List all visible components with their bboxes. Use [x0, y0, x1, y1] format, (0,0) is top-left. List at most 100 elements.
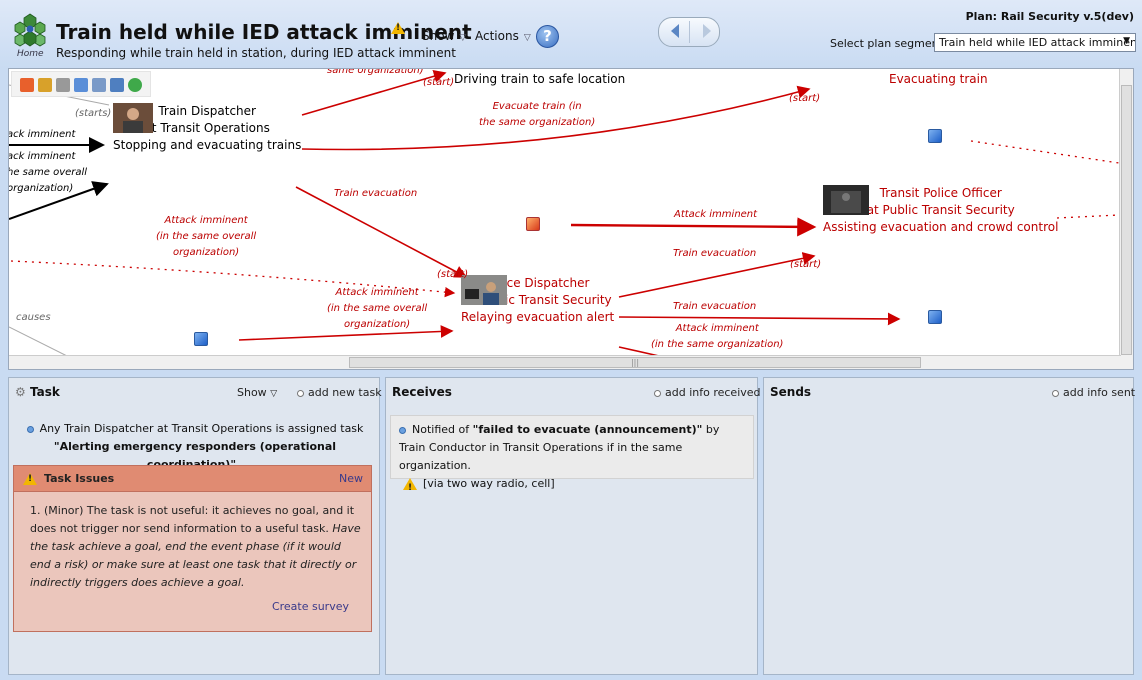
task-issues-box: Task Issues New 1. (Minor) The task is n… [13, 465, 372, 632]
show-menu[interactable]: Show ▽ [422, 29, 466, 43]
scroll-thumb[interactable] [1121, 85, 1132, 355]
add-icon [297, 389, 304, 397]
warning-icon [403, 478, 417, 497]
chevron-down-icon: ▽ [270, 389, 278, 399]
received-info-item[interactable]: Notified of "failed to evacuate (announc… [390, 415, 754, 497]
page-subtitle: Responding while train held in station, … [56, 46, 456, 60]
header-bar: Home Train held while IED attack imminen… [0, 0, 1142, 68]
info-channels: [via two way radio, cell] [423, 477, 555, 490]
edge-label: (starts) [75, 108, 112, 119]
horizontal-scrollbar[interactable]: ||| [9, 355, 1121, 369]
warning-icon [23, 473, 37, 485]
receives-title-text: Receives [392, 385, 452, 399]
help-button[interactable]: ? [536, 25, 559, 48]
node-train-dispatcher[interactable]: Train Dispatcher at Transit Operations S… [113, 103, 301, 154]
edge-label: Attack imminent (in the same organizatio… [651, 321, 783, 353]
add-icon [1052, 389, 1059, 397]
plan-label: Plan: Rail Security v.5(dev) [965, 10, 1134, 23]
node-task: Relaying evacuation alert [461, 310, 615, 324]
add-info-received-link[interactable]: add info received [654, 386, 761, 399]
edge-label: (start) [790, 259, 822, 270]
zoom-icon[interactable] [74, 78, 88, 92]
new-issue-link[interactable]: New [339, 472, 363, 485]
actions-menu-label: Actions [475, 29, 519, 43]
node-police-dispatcher[interactable]: Police Dispatcher at Public Transit Secu… [461, 275, 614, 326]
export-icon[interactable] [20, 78, 34, 92]
layout-icon[interactable] [110, 78, 124, 92]
edge-label-line: he same overall [8, 167, 88, 178]
flow-diagram[interactable]: Train Dispatcher at Transit Operations S… [8, 68, 1134, 370]
issue-item: 1. (Minor) The task is not useful: it ac… [30, 502, 364, 592]
add-new-task-label: add new task [308, 386, 382, 399]
node-task: Driving train to safe location [454, 72, 626, 86]
task-panel-title: ⚙ Task [15, 385, 60, 399]
task-desc-text: Any Train Dispatcher at Transit Operatio… [39, 422, 364, 435]
task-show-menu[interactable]: Show ▽ [237, 386, 277, 399]
add-info-sent-label: add info sent [1063, 386, 1136, 399]
node-evacuating-train[interactable]: Evacuating train [889, 71, 988, 88]
show-menu-label: Show [422, 29, 455, 43]
help-icon[interactable] [128, 78, 142, 92]
chevron-down-icon: ▽ [459, 33, 467, 43]
create-survey-link[interactable]: Create survey [272, 600, 349, 613]
received-info-text: Notified of "failed to evacuate (announc… [399, 421, 747, 497]
gear-icon: ⚙ [15, 385, 26, 399]
edge-label-line: Attack imminent [335, 287, 419, 298]
edge-label: Attack imminent [674, 209, 758, 220]
add-new-task-link[interactable]: add new task [297, 386, 382, 399]
issue-text: (Minor) The task is not useful: it achie… [30, 504, 355, 535]
settings-icon[interactable] [56, 78, 70, 92]
segment-select[interactable]: Train held while IED attack imminent ▼ [934, 33, 1136, 52]
person-photo-icon [113, 103, 153, 133]
add-info-sent-link[interactable]: add info sent [1052, 386, 1135, 399]
actions-menu[interactable]: Actions ▽ [475, 29, 531, 43]
task-issues-title: Task Issues [44, 472, 115, 485]
edge-label: (start) [437, 269, 469, 280]
bullet-icon [399, 426, 406, 434]
forward-arrow-icon[interactable] [703, 24, 711, 38]
home-label[interactable]: Home [17, 49, 44, 59]
bookmark-icon[interactable] [38, 78, 52, 92]
edge-label: ack imminent he same overall organizatio… [8, 149, 88, 197]
sends-title-text: Sends [770, 385, 812, 399]
notified-prefix: Notified of [412, 423, 473, 436]
diagram-toolbar [11, 71, 151, 97]
fit-icon[interactable] [92, 78, 106, 92]
edge-label-line: organization) [8, 183, 74, 194]
node-driving-train[interactable]: Driving train to safe location [454, 71, 625, 88]
connector-node[interactable] [526, 217, 540, 231]
edge-label: Train evacuation [673, 248, 757, 259]
node-task: Assisting evacuation and crowd control [823, 220, 1059, 234]
task-title-text: Task [29, 385, 60, 399]
edge-label: ack imminent [8, 129, 76, 140]
edge-label: Attack imminent (in the same overall org… [156, 213, 256, 261]
warning-icon[interactable] [391, 22, 405, 34]
edge-label-line: (in the same overall [156, 231, 257, 242]
sends-panel-title: Sends [770, 385, 819, 399]
back-arrow-icon[interactable] [671, 24, 679, 38]
receives-panel-title: Receives [392, 385, 460, 399]
add-icon [654, 389, 661, 397]
edge-label: Train evacuation [673, 301, 757, 312]
node-transit-police[interactable]: Transit Police Officer at Public Transit… [823, 185, 1058, 236]
edge-label-line: ack imminent [8, 151, 76, 162]
dropdown-arrow-icon: ▼ [1123, 36, 1130, 46]
info-name[interactable]: "failed to evacuate (announcement)" [473, 423, 703, 436]
show-label: Show [237, 386, 267, 399]
connector-node[interactable] [194, 332, 208, 346]
edge-label-line: organization) [343, 319, 411, 330]
edge-label-line: (in the same organization) [651, 339, 784, 350]
history-nav [658, 17, 720, 47]
vertical-scrollbar[interactable] [1119, 69, 1133, 369]
person-photo-icon [823, 185, 869, 215]
segment-label: Select plan segment: [830, 37, 947, 50]
node-task: Stopping and evacuating trains [113, 138, 302, 152]
scroll-thumb[interactable]: ||| [349, 357, 921, 368]
home-logo-icon[interactable] [12, 12, 48, 48]
bullet-icon [26, 425, 34, 433]
issue-number: 1. [30, 504, 41, 517]
connector-node[interactable] [928, 310, 942, 324]
edge-label-line: Evacuate train (in [492, 101, 582, 112]
connector-node[interactable] [928, 129, 942, 143]
receives-panel: Receives add info received Notified of "… [385, 377, 761, 675]
